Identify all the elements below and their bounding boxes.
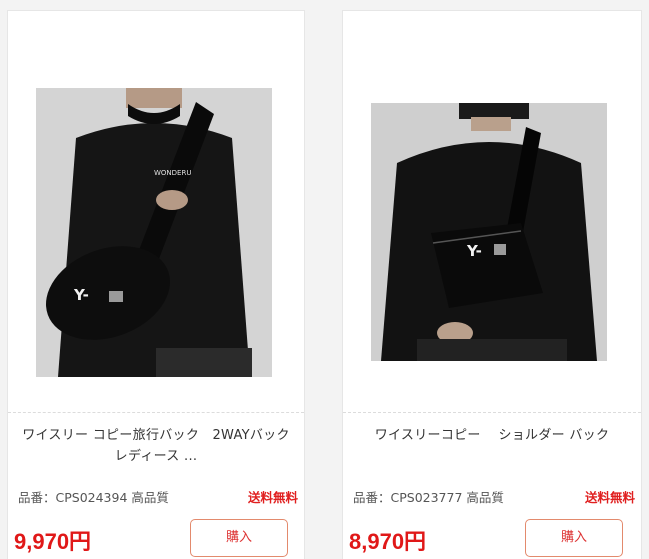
buy-button[interactable]: 購入 — [525, 519, 623, 557]
product-image-area[interactable]: WONDERU Y- — [8, 11, 304, 411]
bag-logo-text: Y- — [73, 286, 89, 304]
product-code: 品番：CPS024394 高品質 — [18, 490, 169, 505]
divider — [8, 412, 304, 413]
product-card[interactable]: Y- ワイスリーコピー ショルダー バック 品番：CPS023777 高品質 送… — [342, 10, 642, 559]
product-photo[interactable]: WONDERU Y- — [36, 88, 272, 377]
product-card[interactable]: WONDERU Y- ワイスリー コピー旅行バック 2WAYバック レディース … — [7, 10, 305, 559]
product-price: 9,970円 — [14, 529, 92, 554]
free-shipping-badge: 送料無料 — [584, 490, 635, 505]
bag-logo-text: Y- — [466, 242, 482, 260]
product-code: 品番：CPS023777 高品質 — [353, 490, 504, 505]
product-title[interactable]: ワイスリー コピー旅行バック 2WAYバック レディース ... — [14, 425, 298, 467]
shirt-print-text: WONDERU — [154, 169, 191, 177]
product-photo[interactable]: Y- — [371, 103, 607, 361]
divider — [343, 412, 641, 413]
product-photo-illustration: Y- — [371, 103, 607, 361]
product-image-area[interactable]: Y- — [343, 11, 641, 411]
buy-button[interactable]: 購入 — [190, 519, 288, 557]
product-title[interactable]: ワイスリーコピー ショルダー バック — [349, 425, 635, 446]
product-grid: WONDERU Y- ワイスリー コピー旅行バック 2WAYバック レディース … — [0, 0, 649, 559]
product-photo-illustration: WONDERU Y- — [36, 88, 272, 377]
product-price: 8,970円 — [349, 529, 427, 554]
free-shipping-badge: 送料無料 — [247, 490, 298, 505]
